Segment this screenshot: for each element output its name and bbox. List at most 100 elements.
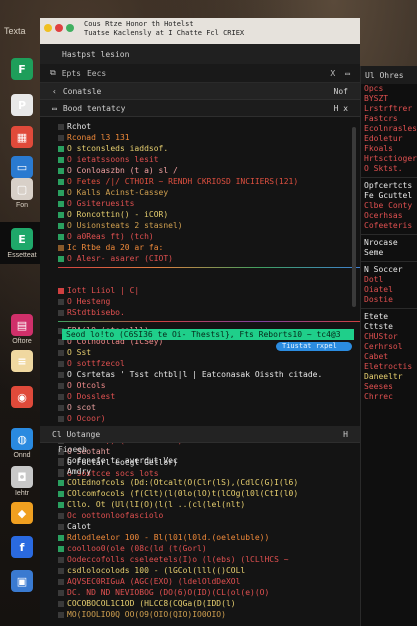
right-sidebar-item[interactable]: Clbe Conty xyxy=(361,201,417,211)
section2-header[interactable]: Cl Uotange H xyxy=(40,426,360,443)
dock-item[interactable]: ◍ Onnd xyxy=(8,428,36,459)
highlighted-line[interactable]: Seod lo!to (C6SI36 te Oi- Thestsl}, Fts … xyxy=(62,329,354,340)
dock-item[interactable]: ≡ xyxy=(8,350,36,372)
camera-icon[interactable]: ◘ xyxy=(11,466,33,488)
maximize-button[interactable] xyxy=(66,24,74,32)
store-icon[interactable]: ▣ xyxy=(11,570,33,592)
code-line[interactable]: O Otcols xyxy=(58,380,360,391)
right-sidebar-header[interactable]: Ul Ohres xyxy=(361,66,417,84)
code-line[interactable]: coolloo0(ole (08c(ld (t(Gorl) xyxy=(58,543,360,554)
right-sidebar-item[interactable]: Hrtsctiogerr xyxy=(361,154,417,164)
right-sidebar-item[interactable]: Fastcrs xyxy=(361,114,417,124)
code-line[interactable]: O Ocoor) xyxy=(58,413,360,424)
right-sidebar-item[interactable]: Etete xyxy=(361,312,417,322)
right-sidebar-item[interactable]: Daneeltr xyxy=(361,372,417,382)
subsection-header[interactable]: ▭ Bood tentatcy H ⅹ xyxy=(40,100,360,117)
code-line[interactable]: O Alesr- asarer (CIOT) xyxy=(58,253,360,264)
social-icon[interactable]: f xyxy=(11,536,33,558)
right-sidebar-item[interactable]: Edoletur xyxy=(361,134,417,144)
dock-item[interactable]: P xyxy=(8,94,36,116)
code-line[interactable]: O Kalls Acinst-Cassey xyxy=(58,187,360,198)
code-line[interactable]: Cllo. Ot (Ul(lI(O)(l(l ..(cl(lel(nlt) xyxy=(58,499,360,510)
dock-item[interactable]: ◘ Iehtr xyxy=(8,466,36,497)
code-line[interactable]: O Roncottin() - iCOR) xyxy=(58,209,360,220)
code-line[interactable]: Rchot xyxy=(58,121,360,132)
right-sidebar-item[interactable]: Seeses xyxy=(361,382,417,392)
collapse-icon[interactable]: ▭ xyxy=(52,104,57,113)
right-sidebar-item[interactable]: O Sktst. xyxy=(361,164,417,174)
code-line[interactable]: Ic Rtbe da 20 ar fa: xyxy=(58,242,360,253)
media-icon[interactable]: ▤ xyxy=(11,314,33,336)
section2-action[interactable]: H xyxy=(343,430,348,439)
code-line[interactable]: COlcomfocols (f(Clt)(l(0lo(lO)t(lCOg(l0l… xyxy=(58,488,360,499)
right-sidebar-item[interactable]: Ecolnrasles xyxy=(361,124,417,134)
right-sidebar-item[interactable]: Opfcertcts xyxy=(361,181,417,191)
monitor-icon[interactable]: ▭ xyxy=(11,156,33,178)
right-sidebar-item[interactable]: Cofeeteris xyxy=(361,221,417,231)
subsection-actions[interactable]: H ⅹ xyxy=(334,104,348,113)
minimize-button[interactable] xyxy=(44,24,52,32)
right-sidebar-item[interactable]: Chrrec xyxy=(361,392,417,402)
dock-item[interactable]: ▤ Oftore xyxy=(8,314,36,345)
chrome-icon[interactable]: ◉ xyxy=(11,386,33,408)
code-line[interactable]: O stconsleds iaddsof. xyxy=(58,143,360,154)
dock-item[interactable]: ◆ xyxy=(8,502,36,524)
right-sidebar-item[interactable]: Dostie xyxy=(361,295,417,305)
toolbar-item-eecs[interactable]: Eecs xyxy=(87,69,106,78)
dock-item[interactable]: ▢ Fon xyxy=(8,178,36,209)
code-line[interactable]: AQVSEC0RIGuA (AGC(EXO) (ldelOldDeXOl xyxy=(58,576,360,587)
spreadsheet-icon[interactable]: F xyxy=(11,58,33,80)
right-sidebar-item[interactable]: N Soccer xyxy=(361,265,417,275)
notes-icon[interactable]: ≡ xyxy=(11,350,33,372)
dock-item[interactable]: ▣ xyxy=(8,570,36,592)
code-line[interactable]: Amdry xyxy=(58,466,360,477)
code-line[interactable]: COlEdnofcols (Dd:(Otcalt(O(Clr(lS),(CdlC… xyxy=(58,477,360,488)
window-icon[interactable]: ▢ xyxy=(11,178,33,200)
panel-icon[interactable]: ⧉ xyxy=(50,68,56,78)
code-line[interactable]: Rconad l3 131 xyxy=(58,132,360,143)
code-line[interactable]: Rdlodleelor 100 - Bl(l01(l0ld.(oeleluble… xyxy=(58,532,360,543)
right-sidebar-item[interactable]: Nrocase xyxy=(361,238,417,248)
toolbar-item-epts[interactable]: Epts xyxy=(62,69,81,78)
code-line[interactable]: O Usionsteats 2 stasnel) xyxy=(58,220,360,231)
grid-icon[interactable]: ▦ xyxy=(11,126,33,148)
document-icon[interactable]: P xyxy=(11,94,33,116)
right-sidebar-item[interactable]: Dotl xyxy=(361,275,417,285)
right-sidebar-item[interactable]: Oiatel xyxy=(361,285,417,295)
editor-icon[interactable]: E xyxy=(11,228,33,250)
code-line[interactable]: O Gsiteruesits xyxy=(58,198,360,209)
right-sidebar-item[interactable]: Lrstrftrer xyxy=(361,104,417,114)
code-line[interactable]: O Conloaszbn (t a) sl / xyxy=(58,165,360,176)
scrollbar[interactable] xyxy=(352,127,356,307)
dock-item[interactable]: f xyxy=(8,536,36,558)
status-pill[interactable]: Tiustat rxpel xyxy=(276,342,352,351)
right-sidebar-item[interactable]: Cabet xyxy=(361,352,417,362)
console-section-action[interactable]: Nof xyxy=(334,87,348,96)
code-line[interactable]: Oc oottonloofasciolo xyxy=(58,510,360,521)
right-sidebar-item[interactable]: Fkoals xyxy=(361,144,417,154)
close-icon[interactable]: X xyxy=(330,69,335,78)
code-line[interactable]: O Fetes /|/ CTHOIR ~ RENDH CKRIOSD INCII… xyxy=(58,176,360,187)
code-line[interactable]: O ietatssoons lesit xyxy=(58,154,360,165)
right-sidebar-item[interactable]: Cttste xyxy=(361,322,417,332)
code-line[interactable]: O a0Reas ft) (tch) xyxy=(58,231,360,242)
right-sidebar-item[interactable]: Cerhrsol xyxy=(361,342,417,352)
code-line[interactable]: O Csrtetas ' Tsst chtbl|l | Eatconasak O… xyxy=(58,369,360,380)
code-editor[interactable]: Rchot Rconad l3 131 O stconsleds iaddsof. O… xyxy=(40,117,360,479)
browser-icon[interactable]: ◍ xyxy=(11,428,33,450)
code-line[interactable]: O Hesteng xyxy=(58,296,360,307)
output-panel[interactable]: Fioeeh Cofenefe tc averdut Vec Amdry COlEd… xyxy=(58,444,360,620)
close-button[interactable] xyxy=(55,24,63,32)
code-line[interactable]: O Dosslest xyxy=(58,391,360,402)
console-section-header[interactable]: ‹ Conatsle Nof xyxy=(40,83,360,100)
layout-icon[interactable]: ▭ xyxy=(345,69,350,78)
code-line[interactable]: COCOBOCOL1C1OD (HLCC8(CQGa(D(IDD(l) xyxy=(58,598,360,609)
code-line[interactable]: Cofenefe tc averdut Vec xyxy=(58,455,360,466)
right-sidebar-item[interactable]: Seme xyxy=(361,248,417,258)
dock-item[interactable]: F xyxy=(8,58,36,80)
folder-icon[interactable]: ◆ xyxy=(11,502,33,524)
code-line[interactable]: O sottfzecol xyxy=(58,358,360,369)
code-line[interactable]: Iott Liiol | C| xyxy=(58,285,360,296)
dock-item[interactable]: ▦ xyxy=(8,126,36,148)
dock-item[interactable]: E Essetteat xyxy=(7,228,37,259)
